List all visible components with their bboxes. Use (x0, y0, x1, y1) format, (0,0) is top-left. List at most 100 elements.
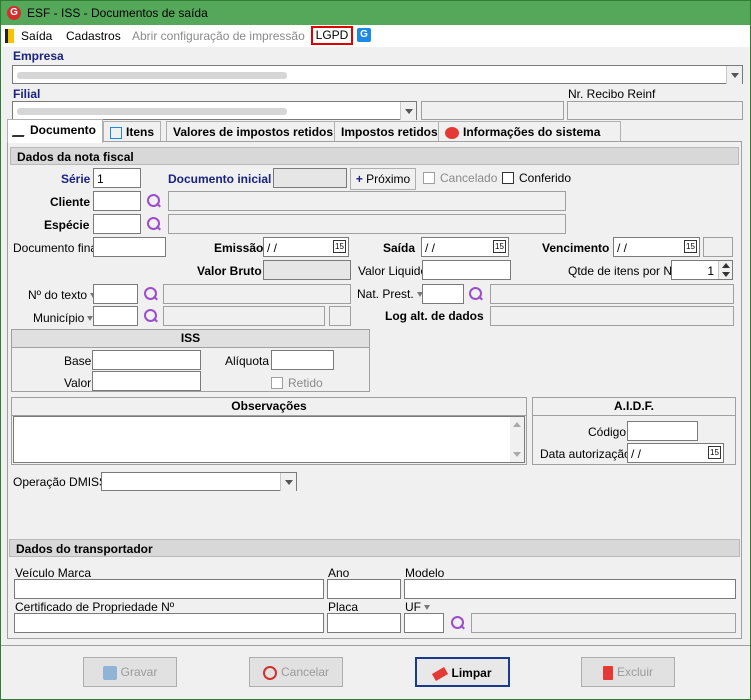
main-window: G ESF - ISS - Documentos de saída Saída … (0, 0, 751, 700)
doc-inicial-label: Documento inicial (168, 172, 272, 186)
placa-input[interactable] (327, 613, 401, 633)
vencimento-label: Vencimento (542, 241, 610, 255)
tab-itens[interactable]: Itens (103, 121, 162, 141)
qtde-stepper[interactable]: 1 (671, 260, 733, 280)
chevron-down-icon[interactable] (280, 473, 296, 491)
municipio-label: Município (33, 311, 94, 325)
window-title: ESF - ISS - Documentos de saída (27, 6, 208, 20)
search-icon[interactable] (146, 193, 162, 209)
scrollbar[interactable] (510, 417, 524, 462)
search-icon[interactable] (143, 286, 159, 302)
especie-code-input[interactable] (93, 214, 141, 234)
iss-base-input[interactable] (92, 350, 201, 370)
chevron-down-icon[interactable] (726, 66, 742, 84)
doc-final-label: Documento final (13, 241, 100, 255)
tab-informacoes-sistema[interactable]: Informações do sistema (438, 121, 621, 141)
section-dados-nota: Dados da nota fiscal (10, 147, 739, 165)
gravar-button[interactable]: Gravar (83, 657, 177, 687)
menu-cadastros[interactable]: Cadastros (66, 29, 121, 43)
recibo-label: Nr. Recibo Reinf (568, 87, 656, 101)
ano-input[interactable] (327, 579, 401, 599)
cancelar-button[interactable]: Cancelar (249, 657, 343, 687)
calendar-icon[interactable]: 15 (493, 240, 506, 253)
calendar-icon[interactable]: 15 (684, 240, 697, 253)
empresa-select[interactable] (12, 65, 743, 84)
filial-select[interactable] (12, 101, 417, 120)
menu-abrir-configuracao[interactable]: Abrir configuração de impressão (132, 29, 305, 43)
exit-door-icon (5, 29, 14, 43)
search-icon[interactable] (143, 308, 159, 324)
cliente-code-input[interactable] (93, 191, 141, 211)
saida-date-input[interactable]: / /15 (421, 237, 509, 257)
municipio-input[interactable] (93, 306, 138, 326)
emissao-label: Emissão (214, 241, 264, 255)
cliente-label: Cliente (50, 195, 91, 209)
iss-valor-input[interactable] (92, 371, 201, 391)
municipio-desc-field (163, 306, 325, 326)
modelo-input[interactable] (404, 579, 736, 599)
eraser-icon (432, 666, 449, 681)
iss-retido-checkbox[interactable] (271, 377, 283, 389)
filial-extra-field (421, 101, 564, 120)
nro-texto-input[interactable] (93, 284, 138, 304)
search-icon[interactable] (450, 615, 466, 631)
iss-valor-label: Valor (64, 376, 92, 390)
footer-divider (1, 645, 750, 646)
section-transportador: Dados do transportador (9, 539, 740, 557)
aidf-data-label: Data autorização (540, 447, 631, 461)
search-icon[interactable] (468, 286, 484, 302)
log-field (490, 306, 734, 326)
valor-bruto-field (263, 260, 351, 280)
empresa-label: Empresa (13, 49, 64, 63)
cancelado-label: Cancelado (440, 171, 498, 185)
veiculo-input[interactable] (14, 579, 324, 599)
saida-label: Saída (383, 241, 416, 255)
spin-arrows-icon[interactable] (718, 261, 732, 279)
cliente-name-field (168, 191, 566, 211)
menu-saida[interactable]: Saída (21, 29, 52, 43)
observacoes-textarea[interactable] (13, 416, 525, 463)
nat-prest-input[interactable] (422, 284, 464, 304)
iss-retido-label: Retido (288, 376, 323, 390)
valor-liquido-input[interactable] (422, 260, 511, 280)
calendar-icon[interactable]: 15 (708, 446, 721, 459)
title-bar: G ESF - ISS - Documentos de saída (1, 1, 750, 25)
certificado-input[interactable] (14, 613, 324, 633)
limpar-button[interactable]: Limpar (415, 657, 510, 687)
valor-liquido-label: Valor Liquido (358, 264, 428, 278)
search-icon[interactable] (146, 216, 162, 232)
aidf-data-input[interactable]: / /15 (627, 443, 724, 463)
plus-icon: + (355, 172, 363, 186)
cancelado-checkbox[interactable] (423, 172, 435, 184)
cancel-circle-icon (262, 665, 277, 680)
modelo-label: Modelo (405, 566, 445, 580)
recibo-field (567, 101, 743, 120)
veiculo-label: Veículo Marca (15, 566, 92, 580)
iss-aliquota-label: Alíquota (225, 354, 270, 368)
serie-input[interactable]: 1 (93, 168, 141, 188)
help-g-icon[interactable]: G (357, 28, 371, 42)
aidf-title: A.I.D.F. (533, 398, 735, 416)
tab-documento[interactable]: Documento (7, 119, 103, 143)
tab-valores-impostos[interactable]: Valores de impostos retidos (166, 121, 341, 141)
tab-impostos-retidos[interactable]: Impostos retidos (334, 121, 445, 141)
proximo-button[interactable]: + Próximo (350, 168, 416, 190)
uf-input[interactable] (404, 613, 444, 633)
calendar-icon[interactable]: 15 (333, 240, 346, 253)
list-edit-icon (110, 126, 122, 139)
especie-name-field (168, 214, 566, 234)
excluir-button[interactable]: Excluir (581, 657, 675, 687)
trash-icon (602, 665, 613, 680)
conferido-checkbox[interactable] (502, 172, 514, 184)
menu-lgpd[interactable]: LGPD (311, 26, 353, 45)
aidf-codigo-input[interactable] (627, 421, 698, 441)
vencimento-date-input[interactable]: / /15 (613, 237, 700, 257)
doc-inicial-input[interactable] (273, 168, 347, 188)
emissao-date-input[interactable]: / /15 (263, 237, 349, 257)
chevron-down-icon[interactable] (400, 102, 416, 120)
doc-final-input[interactable] (93, 237, 166, 257)
conferido-label: Conferido (519, 171, 572, 185)
dmiss-select[interactable] (101, 472, 297, 491)
iss-aliquota-input[interactable] (271, 350, 334, 370)
nat-prest-label: Nat. Prest. (357, 287, 423, 301)
